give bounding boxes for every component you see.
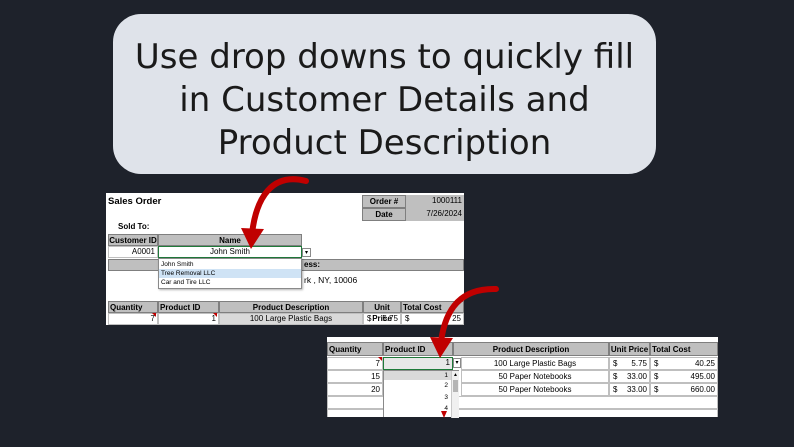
callout-text: Use drop downs to quickly fill in Custom… — [113, 36, 656, 165]
total-cost-cell[interactable]: 40.25 — [664, 357, 718, 370]
sales-order-sheet: Sales Order Order # 1000111 Date 7/26/20… — [106, 193, 464, 325]
customer-id-cell[interactable]: A0001 — [108, 246, 158, 258]
product-description-cell[interactable]: 50 Paper Notebooks — [461, 383, 609, 396]
quantity-header: Quantity — [108, 301, 158, 313]
name-dropdown-button[interactable]: ▾ — [302, 248, 311, 257]
total-currency: $ — [650, 383, 664, 396]
unit-price-currency: $ — [609, 370, 621, 383]
unit-price-currency: $ — [609, 383, 621, 396]
product-id-cell[interactable]: 1 — [158, 313, 219, 325]
callout-bubble: Use drop downs to quickly fill in Custom… — [113, 14, 656, 174]
product-description-cell[interactable]: 100 Large Plastic Bags — [219, 313, 363, 325]
comment-marker-icon — [378, 357, 382, 361]
unit-price-currency: $ — [363, 313, 375, 325]
product-id-header: Product ID — [383, 342, 453, 356]
name-dropdown-list[interactable]: John Smith Tree Removal LLC Car and Tire… — [158, 258, 302, 289]
order-number-label: Order # — [362, 195, 406, 208]
name-cell[interactable]: John Smith — [158, 246, 302, 258]
unit-price-header: Unit Price — [609, 342, 650, 356]
total-cost-cell[interactable]: 660.00 — [664, 383, 718, 396]
dropdown-option[interactable]: 4 — [384, 405, 448, 412]
dropdown-option[interactable]: John Smith — [161, 260, 194, 269]
scrollbar-thumb[interactable] — [453, 380, 458, 392]
product-description-cell[interactable]: 50 Paper Notebooks — [461, 370, 609, 383]
order-number-value[interactable]: 1000111 — [406, 195, 464, 208]
total-cost-cell[interactable]: 25 — [415, 313, 464, 325]
scroll-up-icon[interactable]: ▲ — [452, 371, 459, 379]
product-description-header: Product Description — [453, 342, 609, 356]
product-description-header: Product Description — [219, 301, 363, 313]
total-cost-header: Total Cost — [650, 342, 718, 356]
quantity-cell[interactable]: 15 — [327, 370, 383, 383]
sheet-title: Sales Order — [108, 196, 162, 207]
dropdown-option[interactable]: Car and Tire LLC — [161, 278, 211, 287]
total-currency: $ — [650, 370, 664, 383]
unit-price-cell[interactable]: 5.75 — [621, 357, 650, 370]
product-id-cell[interactable]: 1 — [383, 357, 453, 370]
callout-line-3: Product Description — [217, 123, 552, 163]
customer-id-header: Customer ID — [108, 234, 158, 246]
callout-line-2: in Customer Details and — [179, 80, 590, 120]
date-label: Date — [362, 208, 406, 221]
quantity-cell[interactable]: 20 — [327, 383, 383, 396]
sold-to-label: Sold To: — [118, 222, 150, 231]
comment-marker-icon — [152, 313, 156, 317]
comment-marker-icon — [213, 313, 217, 317]
name-header: Name — [158, 234, 302, 246]
unit-price-currency: $ — [609, 357, 621, 370]
quantity-cell[interactable]: 7 — [327, 357, 383, 370]
callout-line-1: Use drop downs to quickly fill — [134, 37, 635, 77]
unit-price-cell[interactable]: 33.00 — [621, 383, 650, 396]
dropdown-scrollbar[interactable]: ▲ — [451, 371, 459, 418]
product-description-cell[interactable]: 100 Large Plastic Bags — [461, 357, 609, 370]
dropdown-option[interactable]: 2 — [384, 382, 448, 389]
total-currency: $ — [650, 357, 664, 370]
quantity-cell[interactable]: 7 — [108, 313, 158, 325]
dropdown-option[interactable]: Tree Removal LLC — [161, 269, 215, 278]
product-id-dropdown-button[interactable]: ▾ — [453, 358, 461, 368]
unit-price-cell[interactable]: 33.00 — [621, 370, 650, 383]
dropdown-option[interactable]: 1 — [384, 372, 448, 379]
date-value[interactable]: 7/26/2024 — [406, 208, 464, 221]
unit-price-cell[interactable]: 5.75 — [375, 313, 401, 325]
total-cost-cell[interactable]: 495.00 — [664, 370, 718, 383]
total-currency: $ — [401, 313, 415, 325]
dropdown-option[interactable]: 3 — [384, 394, 448, 401]
address-value-fragment: rk , NY, 10006 — [304, 275, 358, 285]
unit-price-header: Unit Price — [363, 301, 401, 323]
quantity-header: Quantity — [327, 342, 383, 356]
address-label-fragment: ess: — [304, 260, 321, 269]
total-cost-header: Total Cost — [401, 301, 464, 313]
product-id-dropdown-list[interactable]: 1 2 3 4 ▲ — [383, 370, 459, 418]
product-table-sheet: Quantity Product ID Product Description … — [327, 337, 718, 418]
product-id-header: Product ID — [158, 301, 219, 313]
